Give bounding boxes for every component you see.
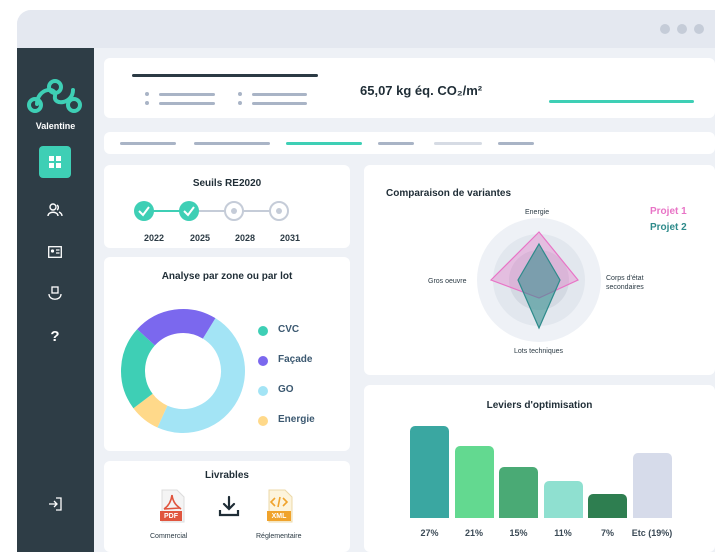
bullet (145, 101, 149, 105)
bar-3[interactable] (499, 466, 538, 518)
variants-title: Comparaison de variantes (386, 188, 512, 199)
bullet (238, 101, 242, 105)
tabs-strip (104, 132, 715, 154)
placeholder-line (159, 93, 215, 96)
window-titlebar (17, 10, 715, 48)
app-window: Valentine ? 65,07 kg éq. CO₂/m² Seuils R… (17, 10, 715, 552)
bar-6[interactable] (632, 453, 672, 518)
deliverables-panel: Livrables PDF XML Commercial Réglementai… (104, 461, 350, 552)
users-icon (47, 203, 63, 217)
legend-projet-1: Projet 1 (650, 206, 687, 217)
bar-label: 21% (464, 528, 483, 538)
bullet (238, 92, 242, 96)
bar-label: 7% (600, 528, 614, 538)
bar-label: 27% (420, 528, 439, 538)
radar-axis-label: Gros oeuvre (428, 278, 467, 285)
header-title-line (132, 74, 318, 77)
sidebar: Valentine ? (17, 48, 94, 552)
placeholder-line (159, 102, 215, 105)
download-button[interactable] (218, 495, 240, 522)
levers-panel: Leviers d'optimisation 27% 21% 15% 11% 7% Etc… (364, 385, 715, 552)
step-2022[interactable] (134, 201, 154, 221)
bar-label: 11% (554, 528, 572, 538)
bar-5[interactable] (588, 494, 627, 518)
radar-chart (477, 218, 601, 342)
legend-label: CVC (278, 324, 300, 335)
tab-1[interactable] (120, 142, 176, 145)
thresholds-title: Seuils RE2020 (192, 178, 262, 189)
box-hand-icon (48, 286, 62, 300)
tab-2[interactable] (194, 142, 270, 145)
legend-label: Façade (278, 354, 313, 365)
window-dot-3[interactable] (694, 24, 704, 34)
pdf-file-button[interactable]: PDF (159, 489, 185, 523)
bar-4[interactable] (543, 480, 583, 518)
logout-icon (49, 497, 62, 511)
legend-dot-go (258, 386, 268, 396)
legend-dot-cvc (258, 326, 268, 336)
tab-5[interactable] (434, 142, 482, 145)
xml-badge: XML (271, 513, 287, 520)
step-2031[interactable] (269, 201, 289, 221)
nav-id-card[interactable] (39, 236, 71, 268)
thresholds-steps (134, 201, 289, 221)
legend-label: Energie (278, 414, 315, 425)
legend-label: GO (278, 384, 294, 395)
nav-logout[interactable] (39, 488, 71, 520)
tab-4[interactable] (378, 142, 414, 145)
placeholder-line (252, 93, 307, 96)
user-name: Valentine (35, 121, 76, 131)
window-dot-2[interactable] (677, 24, 687, 34)
zone-title: Analyse par zone ou par lot (161, 271, 293, 282)
zone-panel: Analyse par zone ou par lot CVC Façade G… (104, 257, 350, 451)
year-label: 2022 (144, 233, 165, 243)
bar-1[interactable] (410, 426, 449, 518)
donut-slice-cvc[interactable] (121, 329, 156, 409)
donut-slice-façade[interactable] (137, 309, 216, 346)
nav-users[interactable] (39, 194, 71, 226)
progress-line (549, 100, 694, 103)
bar-label: Etc (19%) (631, 528, 673, 538)
carbon-value: 65,07 kg éq. CO₂/m² (360, 83, 483, 98)
xml-file-button[interactable]: XML (266, 489, 294, 523)
pdf-badge: PDF (164, 513, 178, 520)
radar-axis-label: Corps d'état (606, 275, 644, 282)
bullet (145, 92, 149, 96)
window-dot-1[interactable] (660, 24, 670, 34)
deliverable-label: Commercial (150, 533, 188, 540)
radar-axis-label: Lots techniques (514, 348, 564, 355)
year-label: 2028 (235, 233, 256, 243)
download-icon (218, 495, 240, 517)
deliverables-title: Livrables (205, 470, 249, 481)
variants-panel: Comparaison de variantes Projet 1 Projet… (364, 165, 715, 375)
bar-2[interactable] (454, 446, 494, 518)
radar-axis-label: secondaires (606, 284, 644, 291)
help-icon: ? (50, 327, 60, 345)
nav-help[interactable]: ? (39, 320, 71, 352)
step-2025[interactable] (179, 201, 199, 221)
year-label: 2025 (190, 233, 211, 243)
id-card-icon (48, 246, 62, 258)
step-2028[interactable] (224, 201, 244, 221)
placeholder-line (252, 102, 307, 105)
nav-package[interactable] (39, 278, 71, 310)
donut-slice-energie[interactable] (133, 393, 168, 428)
dashboard-icon (49, 156, 61, 168)
deliverable-label: Réglementaire (256, 533, 302, 540)
thresholds-panel: Seuils RE2020 2022 2025 2028 2031 (104, 165, 350, 248)
tab-3-active[interactable] (286, 142, 362, 145)
legend-dot-facade (258, 356, 268, 366)
bar-label: 15% (509, 528, 528, 538)
legend-projet-2: Projet 2 (650, 222, 687, 233)
levers-title: Leviers d'optimisation (486, 400, 593, 411)
logo-icon (27, 79, 82, 113)
donut-chart (121, 309, 245, 433)
nav-dashboard[interactable] (39, 146, 71, 178)
donut-slice-go[interactable] (157, 318, 245, 433)
legend-dot-energie (258, 416, 268, 426)
year-label: 2031 (280, 233, 301, 243)
tab-6[interactable] (498, 142, 534, 145)
